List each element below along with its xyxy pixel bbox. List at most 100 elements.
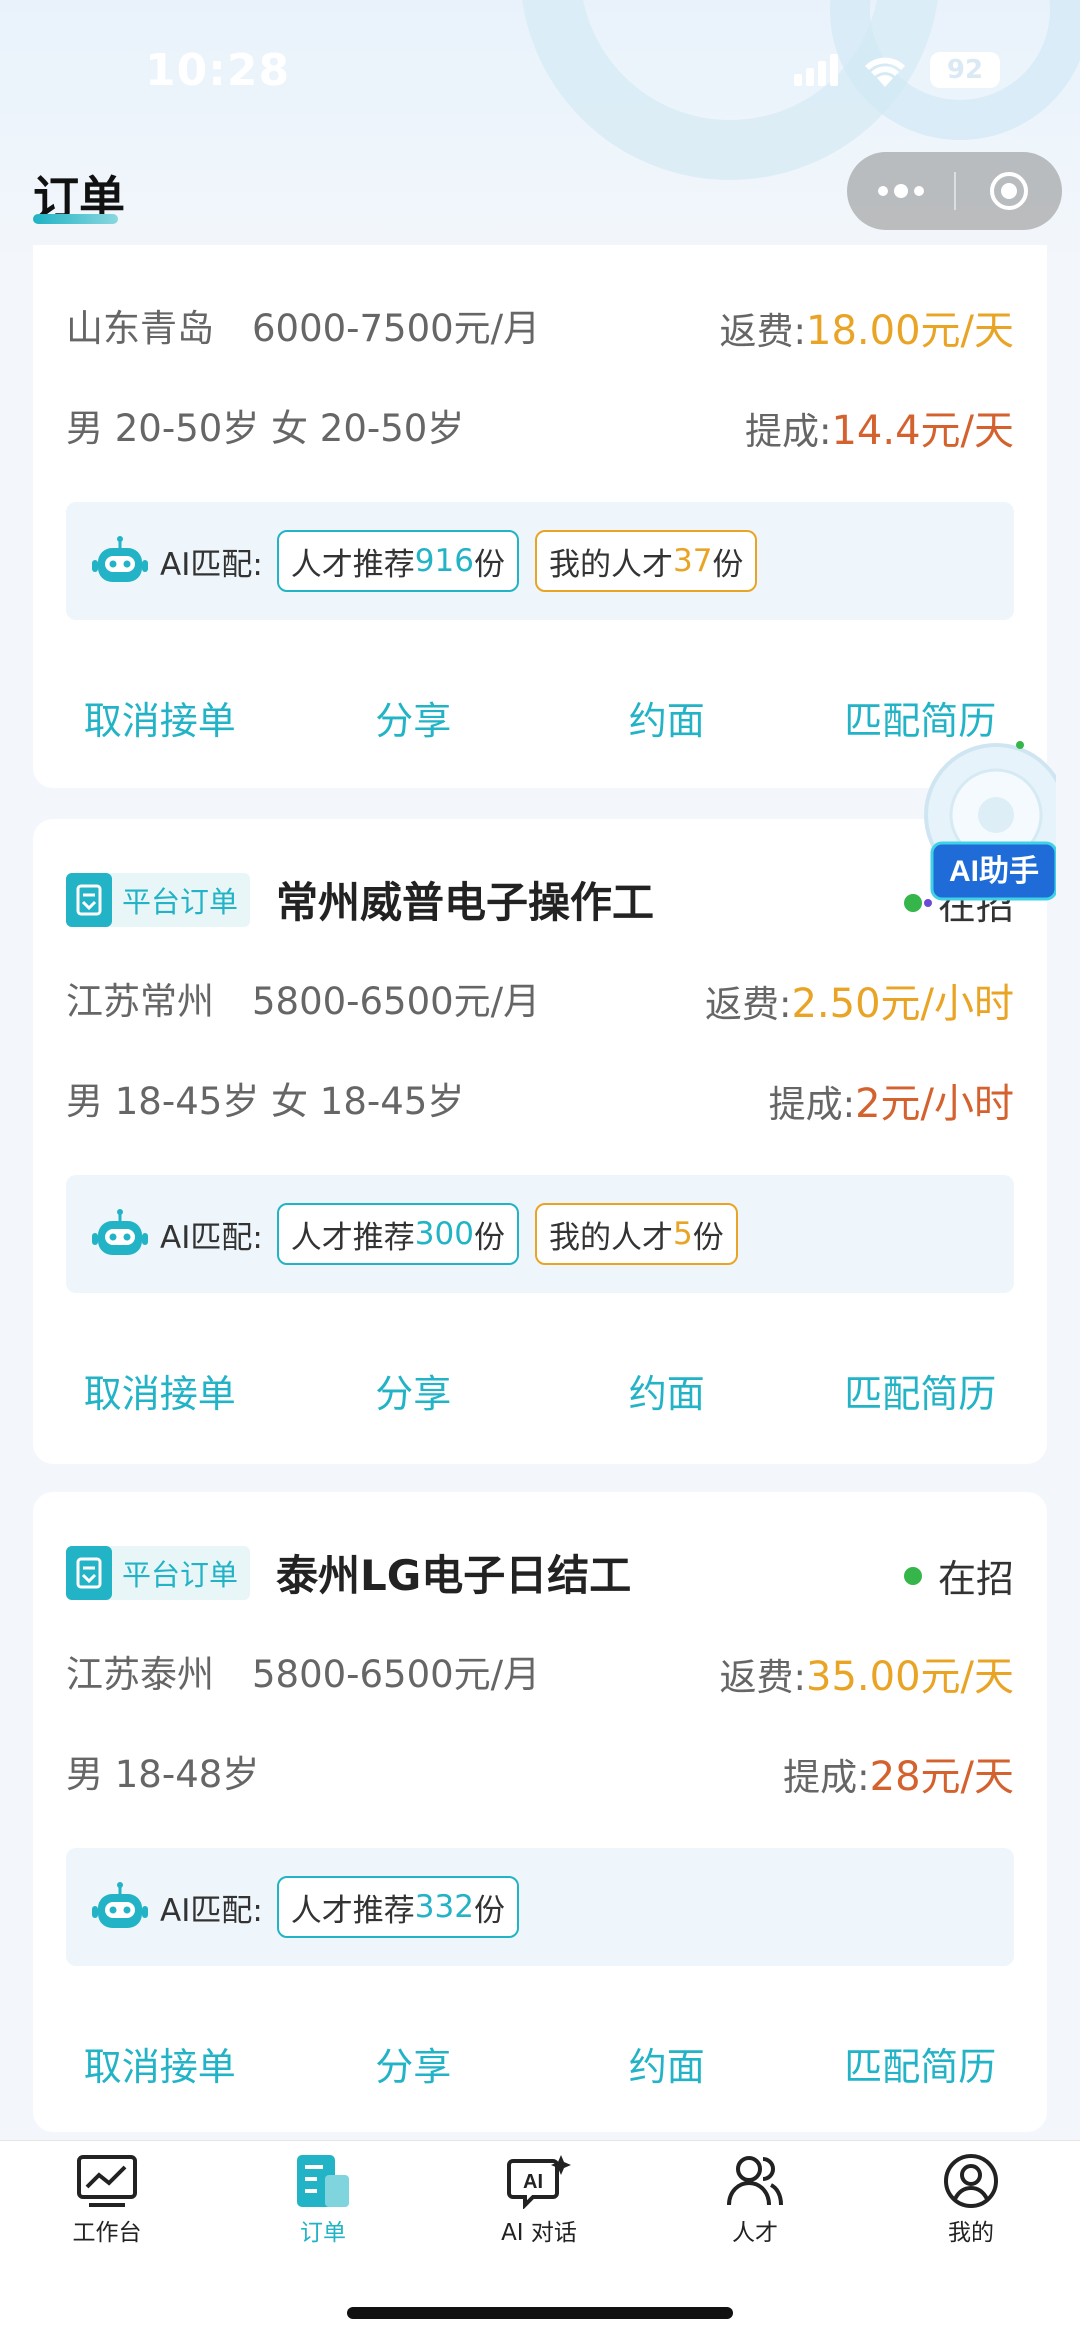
tab-label: 我的 (948, 2220, 994, 2246)
tab-label: 工作台 (72, 2220, 142, 2246)
talent-recommend-pill[interactable]: 人才推荐 916 份 (276, 530, 519, 592)
commission-value: 2元/小时 (855, 1081, 1014, 1127)
ai-assistant-float-button[interactable]: AI助手 (918, 733, 1068, 913)
tab-workbench[interactable]: 工作台 (37, 2153, 177, 2247)
location: 江苏泰州 (66, 1653, 214, 1696)
profile-icon (944, 2154, 998, 2208)
order-doc-icon (66, 1545, 112, 1600)
title-underline (33, 214, 118, 224)
commission-value: 28元/天 (869, 1754, 1014, 1800)
order-card[interactable]: 山东青岛 6000-7500元/月 返费:18.00元/天 男 20-50岁 女 … (33, 245, 1047, 788)
signal-icon (794, 54, 838, 86)
target-close-icon (990, 172, 1028, 210)
more-button[interactable] (847, 184, 954, 198)
interview-button[interactable]: 约面 (540, 690, 794, 750)
robot-icon (92, 536, 148, 582)
my-talent-pill[interactable]: 我的人才 5 份 (534, 1203, 738, 1265)
people-icon (727, 2156, 783, 2206)
platform-order-tag-text: 平台订单 (122, 1557, 239, 1592)
ai-match-label: AI匹配: (160, 546, 263, 583)
ai-match-box: AI匹配: 人才推荐 916 份 我的人才 37 份 (66, 502, 1014, 620)
my-talent-text: 我的人才 (548, 1219, 673, 1256)
interview-button[interactable]: 约面 (540, 1363, 794, 1423)
share-button[interactable]: 分享 (287, 1363, 541, 1423)
talent-recommend-suffix: 份 (473, 1892, 505, 1929)
fee-value: 2.50元/小时 (791, 981, 1014, 1027)
status-time: 10:28 (145, 45, 291, 96)
tab-orders[interactable]: 订单 (253, 2153, 393, 2247)
ai-assistant-label: AI助手 (949, 855, 1039, 888)
tab-label: 订单 (300, 2220, 346, 2246)
tab-mine[interactable]: 我的 (901, 2153, 1041, 2247)
location: 江苏常州 (66, 980, 214, 1023)
job-title: 泰州LG电子日结工 (276, 1551, 632, 1600)
requirements-row: 男 18-45岁 女 18-45岁 提成:2元/小时 (66, 1071, 1014, 1131)
status-text: 在招 (937, 1557, 1014, 1601)
talent-recommend-count: 332 (414, 1889, 474, 1925)
close-miniprogram-button[interactable] (956, 170, 1062, 212)
location-salary-row: 江苏常州 5800-6500元/月 返费:2.50元/小时 (66, 971, 1014, 1031)
tab-ai-chat[interactable]: AI AI 对话 (469, 2153, 609, 2247)
order-doc-icon (66, 872, 112, 927)
status-icons: 92 (794, 52, 1000, 88)
my-talent-text: 我的人才 (548, 546, 673, 583)
salary: 5800-6500元/月 (252, 980, 541, 1023)
talent-recommend-text: 人才推荐 (290, 1219, 415, 1256)
card-actions: 取消接单 分享 约面 匹配简历 (33, 2036, 1047, 2096)
talent-recommend-text: 人才推荐 (290, 1892, 415, 1929)
interview-button[interactable]: 约面 (540, 2036, 794, 2096)
status-dot (903, 1566, 922, 1585)
requirements: 男 18-45岁 女 18-45岁 (66, 1080, 465, 1123)
order-icon (297, 2155, 349, 2207)
miniprogram-capsule (847, 152, 1062, 230)
location: 山东青岛 (66, 307, 214, 350)
status-bar: 10:28 92 (0, 0, 1080, 140)
my-talent-count: 5 (672, 1216, 693, 1252)
chart-icon (77, 2155, 137, 2207)
fee-value: 18.00元/天 (806, 308, 1014, 354)
match-resume-button[interactable]: 匹配简历 (794, 1363, 1048, 1423)
commission-label: 提成: (768, 1083, 856, 1126)
talent-recommend-pill[interactable]: 人才推荐 300 份 (276, 1203, 519, 1265)
share-button[interactable]: 分享 (287, 2036, 541, 2096)
recruit-status: 在招 (903, 1548, 1014, 1603)
salary: 6000-7500元/月 (252, 307, 541, 350)
my-talent-pill[interactable]: 我的人才 37 份 (534, 530, 758, 592)
card-title-row: 平台订单 常州威普电子操作工 (66, 869, 654, 930)
battery-indicator: 92 (930, 52, 1000, 88)
cancel-order-button[interactable]: 取消接单 (33, 1363, 287, 1423)
ai-match-label: AI匹配: (160, 1892, 263, 1929)
requirements: 男 18-48岁 (66, 1753, 260, 1796)
robot-icon (92, 1209, 148, 1255)
order-card[interactable]: 平台订单 常州威普电子操作工 在招 江苏常州 5800-6500元/月 返费:2.… (33, 819, 1047, 1464)
talent-recommend-count: 916 (414, 543, 474, 579)
requirements-row: 男 20-50岁 女 20-50岁 提成:14.4元/天 (66, 398, 1014, 458)
card-actions: 取消接单 分享 约面 匹配简历 (33, 1363, 1047, 1423)
cancel-order-button[interactable]: 取消接单 (33, 690, 287, 750)
tab-label: AI 对话 (501, 2220, 577, 2246)
location-salary-row: 山东青岛 6000-7500元/月 返费:18.00元/天 (66, 298, 1014, 358)
wifi-icon (865, 57, 905, 87)
ai-match-box: AI匹配: 人才推荐 332 份 (66, 1848, 1014, 1966)
cancel-order-button[interactable]: 取消接单 (33, 2036, 287, 2096)
fee-label: 返费: (719, 310, 806, 353)
my-talent-suffix: 份 (712, 546, 744, 583)
my-talent-suffix: 份 (692, 1219, 724, 1256)
talent-recommend-pill[interactable]: 人才推荐 332 份 (276, 1876, 519, 1938)
salary: 5800-6500元/月 (252, 1653, 541, 1696)
match-resume-button[interactable]: 匹配简历 (794, 2036, 1048, 2096)
order-card[interactable]: 平台订单 泰州LG电子日结工 在招 江苏泰州 5800-6500元/月 返费:35… (33, 1492, 1047, 2132)
talent-recommend-suffix: 份 (473, 1219, 505, 1256)
talent-recommend-text: 人才推荐 (290, 546, 415, 583)
job-title: 常州威普电子操作工 (276, 878, 655, 927)
location-salary-row: 江苏泰州 5800-6500元/月 返费:35.00元/天 (66, 1644, 1014, 1704)
more-icon (877, 184, 924, 198)
talent-recommend-count: 300 (414, 1216, 474, 1252)
tab-talent[interactable]: 人才 (685, 2153, 825, 2247)
fee-value: 35.00元/天 (806, 1654, 1014, 1700)
my-talent-count: 37 (672, 543, 713, 579)
share-button[interactable]: 分享 (287, 690, 541, 750)
ai-match-label: AI匹配: (160, 1219, 263, 1256)
card-actions: 取消接单 分享 约面 匹配简历 (33, 690, 1047, 750)
commission-value: 14.4元/天 (831, 408, 1014, 454)
